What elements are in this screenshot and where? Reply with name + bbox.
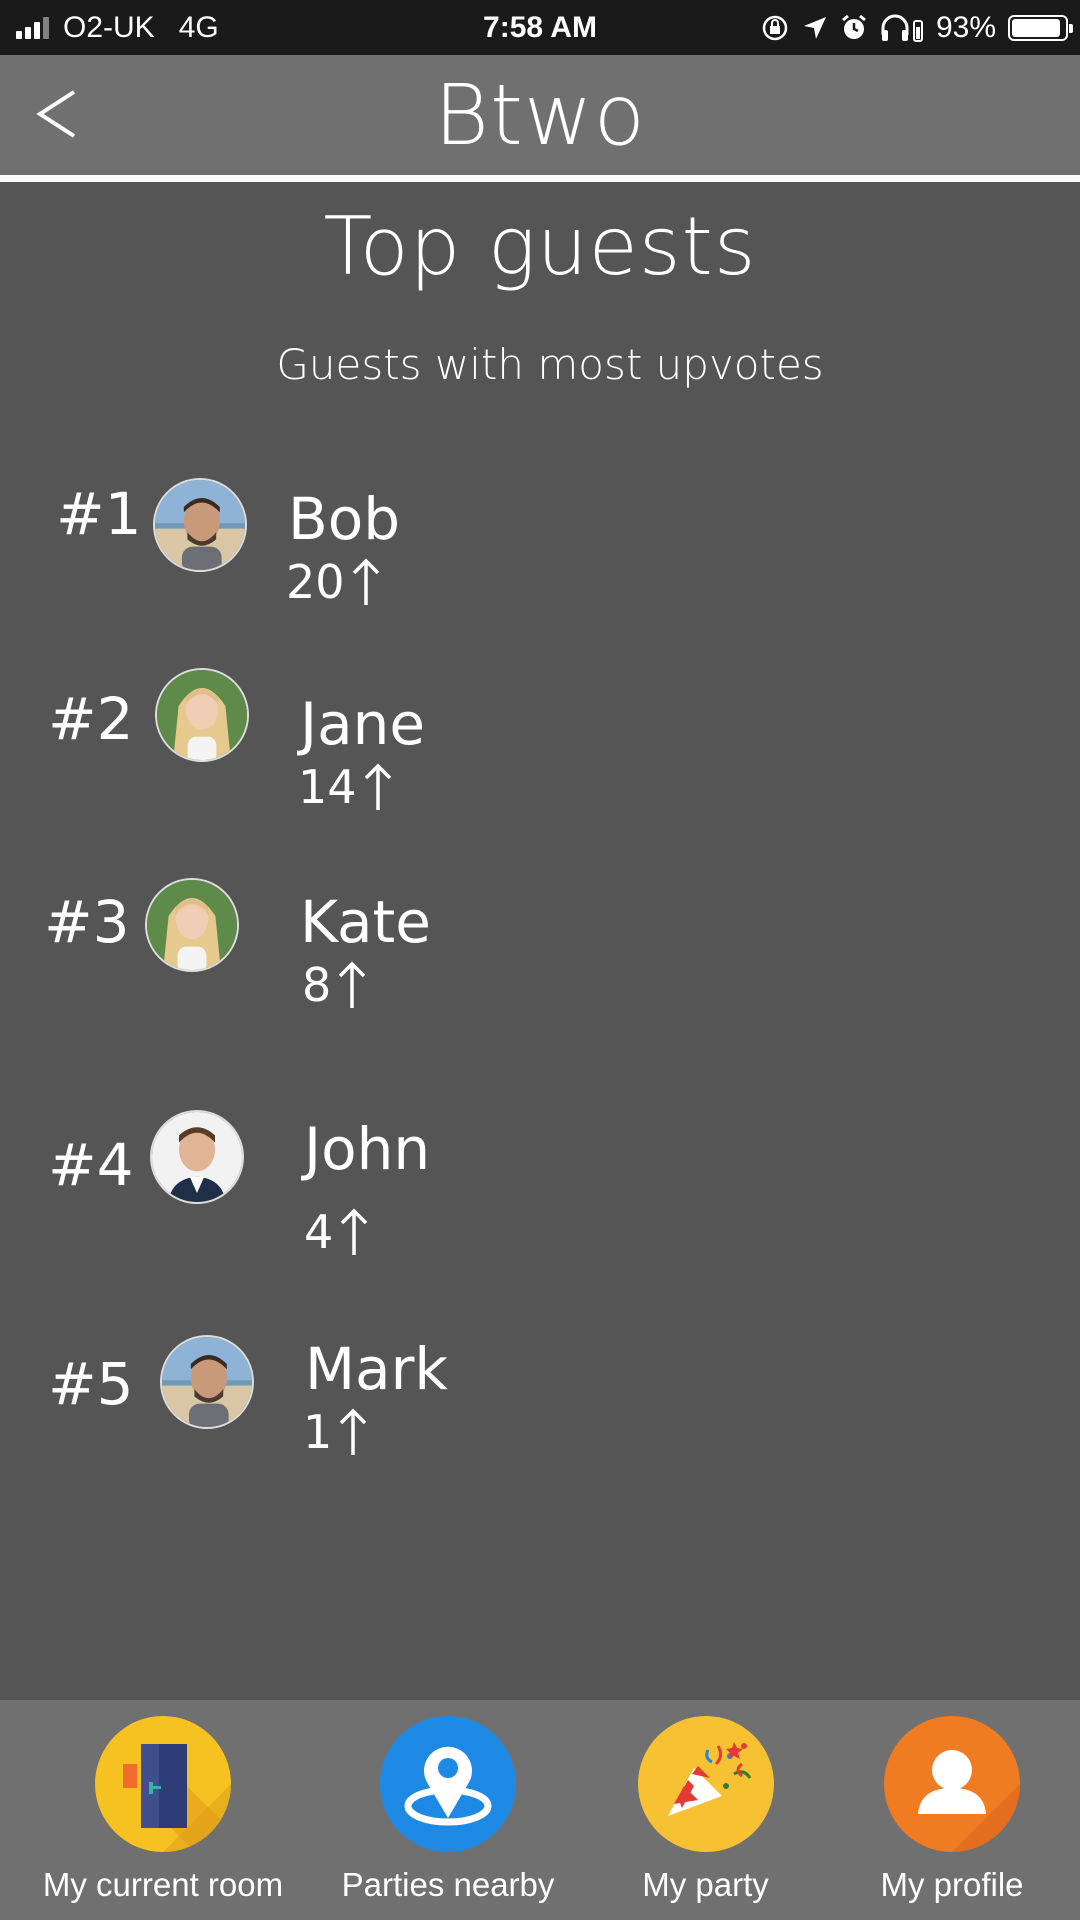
list-item[interactable]: #3 Kate 8	[0, 870, 1080, 1030]
guest-votes: 8	[302, 958, 367, 1012]
list-item[interactable]: #2 Jane 14	[0, 665, 1080, 825]
bottom-nav: My current room Parties nearby My party …	[0, 1700, 1080, 1920]
nav-icon-circle	[380, 1716, 516, 1852]
page-subtitle: Guests with most upvotes	[276, 340, 824, 389]
vote-count: 4	[304, 1205, 334, 1259]
battery-icon	[1008, 14, 1073, 41]
guest-votes: 20	[286, 555, 381, 609]
vote-count: 1	[303, 1405, 333, 1459]
nav-icon-circle	[95, 1716, 231, 1852]
nav-my-current-room[interactable]: My current room	[23, 1700, 303, 1920]
guest-rank: #1	[56, 480, 142, 548]
status-right: 93%	[760, 0, 1073, 55]
up-arrow-icon	[363, 762, 393, 812]
guest-rank: #2	[48, 685, 134, 753]
guest-name: Jane	[300, 690, 426, 758]
guest-rank: #4	[48, 1131, 134, 1199]
avatar	[160, 1335, 254, 1429]
vote-count: 14	[298, 760, 357, 814]
status-bar: O2-UK 4G 7:58 AM 93%	[0, 0, 1080, 55]
nav-my-profile[interactable]: My profile	[832, 1700, 1072, 1920]
party-popper-icon	[667, 1742, 751, 1816]
guest-name: Mark	[305, 1335, 449, 1403]
door-icon	[123, 1744, 231, 1852]
guest-votes: 14	[298, 760, 393, 814]
guest-votes: 1	[303, 1405, 368, 1459]
nav-icon-circle	[637, 1716, 774, 1852]
list-item[interactable]: #4 John 4	[0, 1105, 1080, 1265]
list-item[interactable]: #1 Bob 20	[0, 470, 1080, 630]
nav-label: My party	[642, 1866, 769, 1903]
guest-name: John	[304, 1115, 431, 1183]
nav-my-party[interactable]: My party	[588, 1700, 823, 1920]
up-arrow-icon	[337, 960, 367, 1010]
up-arrow-icon	[339, 1207, 369, 1257]
avatar	[153, 478, 247, 572]
nav-parties-nearby[interactable]: Parties nearby	[318, 1700, 578, 1920]
battery-fill	[1012, 18, 1061, 37]
guest-votes: 4	[304, 1205, 369, 1259]
headphones-icon	[880, 13, 924, 43]
nav-label: My profile	[880, 1866, 1024, 1903]
alarm-icon	[840, 14, 868, 42]
list-item[interactable]: #5 Mark 1	[0, 1330, 1080, 1490]
rotation-lock-icon	[760, 13, 790, 43]
avatar	[145, 878, 239, 972]
avatar	[155, 668, 249, 762]
location-pin-icon	[404, 1746, 492, 1826]
guest-name: Kate	[300, 888, 431, 956]
user-icon	[918, 1750, 1020, 1852]
avatar	[150, 1110, 244, 1204]
nav-label: Parties nearby	[341, 1866, 555, 1903]
nav-label: My current room	[42, 1866, 284, 1903]
nav-icon-circle	[884, 1716, 1020, 1852]
app-header: Btwo	[0, 55, 1080, 182]
guest-rank: #3	[44, 888, 130, 956]
guest-name: Bob	[288, 485, 401, 553]
location-arrow-icon	[802, 15, 828, 41]
battery-percent: 93%	[935, 10, 996, 44]
up-arrow-icon	[338, 1407, 368, 1457]
guest-rank: #5	[48, 1350, 134, 1418]
header-title: Btwo	[433, 66, 647, 164]
up-arrow-icon	[351, 557, 381, 607]
vote-count: 8	[302, 958, 332, 1012]
page-title: Top guests	[323, 200, 757, 293]
vote-count: 20	[286, 555, 345, 609]
